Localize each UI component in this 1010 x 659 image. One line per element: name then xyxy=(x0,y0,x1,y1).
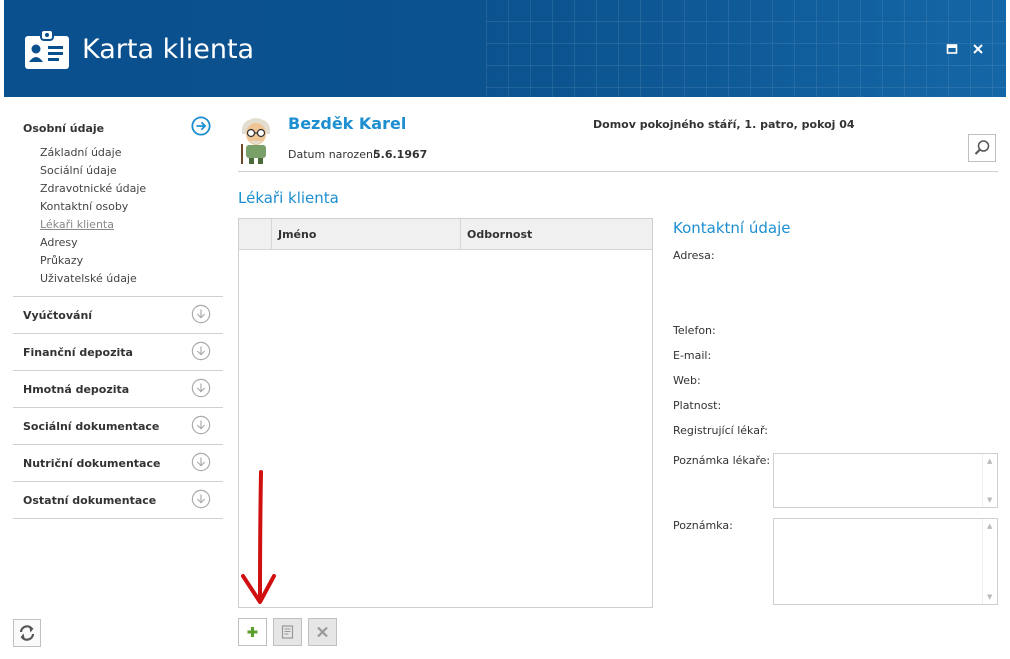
web-label: Web: xyxy=(673,374,701,387)
note-textarea[interactable]: ▲ ▼ xyxy=(773,518,998,605)
search-button[interactable] xyxy=(968,134,996,162)
note-label: Poznámka: xyxy=(673,519,733,532)
maximize-icon[interactable] xyxy=(946,43,958,55)
refresh-icon xyxy=(19,625,35,641)
arrow-down-circle-icon[interactable] xyxy=(191,415,211,435)
scroll-up-icon[interactable]: ▲ xyxy=(987,457,992,465)
arrow-down-circle-icon[interactable] xyxy=(191,378,211,398)
email-label: E-mail: xyxy=(673,349,712,362)
scroll-down-icon[interactable]: ▼ xyxy=(987,496,992,504)
header-pattern xyxy=(486,0,1006,97)
id-card-icon xyxy=(25,29,69,69)
section-vyuctovani[interactable]: Vyúčtování xyxy=(13,297,223,334)
sidebar-item-prukazy[interactable]: Průkazy xyxy=(40,252,223,270)
close-icon xyxy=(317,626,328,638)
doctors-table[interactable]: Jméno Odbornost xyxy=(238,218,653,608)
section-osobni-udaje[interactable]: Osobní údaje xyxy=(13,110,223,144)
section-label: Finanční depozita xyxy=(23,346,133,359)
close-icon[interactable] xyxy=(972,43,984,55)
sidebar-item-lekari-klienta[interactable]: Lékaři klienta xyxy=(40,216,223,234)
sidebar-item-uzivatelske-udaje[interactable]: Uživatelské údaje xyxy=(40,270,223,288)
doctor-note-label: Poznámka lékaře: xyxy=(673,454,771,467)
scrollbar[interactable]: ▲ ▼ xyxy=(982,454,997,507)
section-label: Hmotná depozita xyxy=(23,383,130,396)
app-header: Karta klienta xyxy=(4,0,1006,97)
section-label: Sociální dokumentace xyxy=(23,420,160,433)
sub-menu: Základní údaje Sociální údaje Zdravotnic… xyxy=(13,144,223,297)
section-label: Osobní údaje xyxy=(23,122,105,135)
column-label: Jméno xyxy=(278,228,317,241)
section-label: Vyúčtování xyxy=(23,309,93,322)
section-financni-depozita[interactable]: Finanční depozita xyxy=(13,334,223,371)
arrow-right-circle-icon[interactable] xyxy=(191,116,211,136)
client-avatar xyxy=(241,118,271,164)
address-label: Adresa: xyxy=(673,249,715,262)
sidebar-item-zakladni-udaje[interactable]: Základní údaje xyxy=(40,144,223,162)
doctor-note-textarea[interactable]: ▲ ▼ xyxy=(773,453,998,508)
sidebar-item-socialni-udaje[interactable]: Sociální údaje xyxy=(40,162,223,180)
client-name: Bezděk Karel xyxy=(288,114,407,133)
sidebar: Osobní údaje Základní údaje Sociální úda… xyxy=(13,110,223,519)
select-column-header[interactable] xyxy=(239,219,272,249)
delete-button[interactable] xyxy=(308,618,337,646)
registering-doctor-label: Registrující lékař: xyxy=(673,424,768,437)
arrow-down-circle-icon[interactable] xyxy=(191,452,211,472)
plus-icon xyxy=(247,627,258,637)
phone-label: Telefon: xyxy=(673,324,716,337)
column-label: Odbornost xyxy=(467,228,533,241)
scroll-down-icon[interactable]: ▼ xyxy=(987,593,992,601)
add-button[interactable] xyxy=(238,618,267,646)
sidebar-item-kontaktni-osoby[interactable]: Kontaktní osoby xyxy=(40,198,223,216)
header-divider xyxy=(238,171,998,172)
section-hmotna-depozita[interactable]: Hmotná depozita xyxy=(13,371,223,408)
sidebar-item-adresy[interactable]: Adresy xyxy=(40,234,223,252)
column-header-jmeno[interactable]: Jméno xyxy=(272,219,461,249)
section-ostatni-dokumentace[interactable]: Ostatní dokumentace xyxy=(13,482,223,519)
arrow-down-circle-icon[interactable] xyxy=(191,341,211,361)
sidebar-item-zdravotnicke-udaje[interactable]: Zdravotnické údaje xyxy=(40,180,223,198)
edit-document-icon xyxy=(281,625,294,639)
table-header: Jméno Odbornost xyxy=(239,219,652,250)
scroll-up-icon[interactable]: ▲ xyxy=(987,522,992,530)
column-header-odbornost[interactable]: Odbornost xyxy=(461,219,651,249)
search-icon xyxy=(974,140,990,155)
app-title: Karta klienta xyxy=(82,34,255,65)
arrow-down-circle-icon[interactable] xyxy=(191,489,211,509)
doctors-title: Lékaři klienta xyxy=(238,189,339,207)
client-location: Domov pokojného stáří, 1. patro, pokoj 0… xyxy=(593,118,855,131)
arrow-down-circle-icon[interactable] xyxy=(191,304,211,324)
contact-title: Kontaktní údaje xyxy=(673,219,791,237)
section-socialni-dokumentace[interactable]: Sociální dokumentace xyxy=(13,408,223,445)
dob-label: Datum narození: xyxy=(288,148,380,161)
edit-button[interactable] xyxy=(273,618,302,646)
section-label: Nutriční dokumentace xyxy=(23,457,161,470)
scrollbar[interactable]: ▲ ▼ xyxy=(982,519,997,604)
dob-value: 5.6.1967 xyxy=(373,148,428,161)
refresh-button[interactable] xyxy=(13,619,41,647)
section-label: Ostatní dokumentace xyxy=(23,494,157,507)
validity-label: Platnost: xyxy=(673,399,722,412)
section-nutricni-dokumentace[interactable]: Nutriční dokumentace xyxy=(13,445,223,482)
